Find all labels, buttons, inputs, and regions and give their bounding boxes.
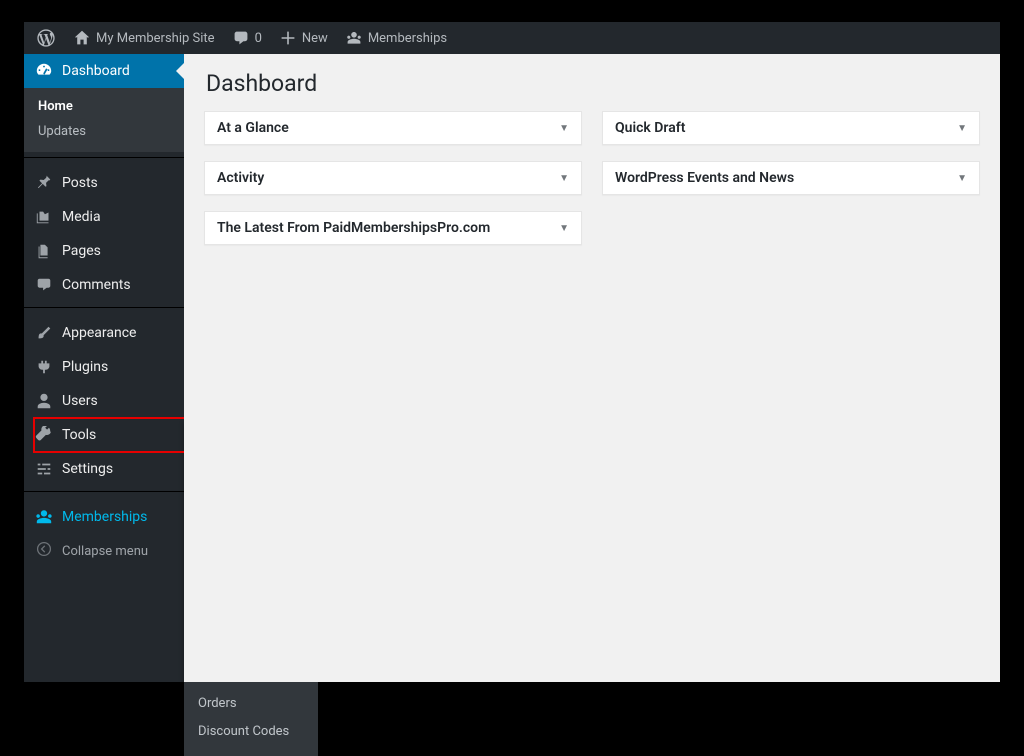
plus-icon: [278, 30, 298, 46]
sidebar-item-label: Dashboard: [54, 63, 130, 79]
sidebar-item-label: Plugins: [54, 359, 108, 375]
brush-icon: [34, 323, 54, 343]
sidebar-item-label: Tools: [54, 427, 96, 443]
sliders-icon: [34, 459, 54, 479]
postbox-toggle[interactable]: Activity ▼: [205, 162, 581, 194]
collapse-icon: [34, 541, 54, 561]
wp-logo[interactable]: [28, 22, 64, 54]
sidebar-item-settings[interactable]: Settings: [24, 452, 184, 486]
postbox-title: At a Glance: [217, 120, 289, 136]
site-link[interactable]: My Membership Site: [64, 22, 223, 54]
sidebar-separator: [24, 307, 184, 312]
wordpress-icon: [36, 29, 56, 47]
user-icon: [34, 391, 54, 411]
sidebar-item-comments[interactable]: Comments: [24, 268, 184, 302]
sidebar-item-label: Memberships: [54, 509, 147, 525]
new-content-link[interactable]: New: [270, 22, 336, 54]
sidebar-separator: [24, 157, 184, 162]
dashboard-col-right: Quick Draft ▼ WordPress Events and News …: [602, 111, 980, 245]
comments-count: 0: [251, 31, 262, 46]
postbox-title: Activity: [217, 170, 264, 186]
sidebar-item-media[interactable]: Media: [24, 200, 184, 234]
postbox-title: Quick Draft: [615, 120, 685, 136]
page-icon: [34, 241, 54, 261]
admin-sidebar: Dashboard Home Updates Posts Media Pages: [24, 54, 184, 682]
sidebar-item-label: Settings: [54, 461, 113, 477]
pin-icon: [34, 173, 54, 193]
chevron-down-icon: ▼: [957, 173, 967, 184]
flyout-item-discount-codes[interactable]: Discount Codes: [184, 718, 318, 746]
admin-bar: My Membership Site 0 New Memberships: [24, 22, 1000, 54]
postbox-pmp-news: The Latest From PaidMembershipsPro.com ▼: [204, 211, 582, 245]
postbox-toggle[interactable]: Quick Draft ▼: [603, 112, 979, 144]
postbox-toggle[interactable]: WordPress Events and News ▼: [603, 162, 979, 194]
dashboard-col-left: At a Glance ▼ Activity ▼ The Latest From…: [204, 111, 582, 245]
comment-icon: [231, 30, 251, 46]
chevron-down-icon: ▼: [559, 173, 569, 184]
sidebar-item-appearance[interactable]: Appearance: [24, 316, 184, 350]
sidebar-item-label: Comments: [54, 277, 131, 293]
sidebar-item-tools[interactable]: Tools: [24, 418, 184, 452]
groups-icon: [344, 30, 364, 46]
sidebar-item-label: Posts: [54, 175, 98, 191]
site-name: My Membership Site: [92, 31, 215, 46]
postbox-toggle[interactable]: The Latest From PaidMembershipsPro.com ▼: [205, 212, 581, 244]
postbox-toggle[interactable]: At a Glance ▼: [205, 112, 581, 144]
sidebar-item-pages[interactable]: Pages: [24, 234, 184, 268]
dashboard-icon: [34, 61, 54, 81]
memberships-link[interactable]: Memberships: [336, 22, 455, 54]
dashboard-columns: At a Glance ▼ Activity ▼ The Latest From…: [204, 111, 980, 245]
postbox-quick-draft: Quick Draft ▼: [602, 111, 980, 145]
collapse-menu[interactable]: Collapse menu: [24, 534, 184, 568]
home-icon: [72, 30, 92, 46]
sidebar-item-label: Media: [54, 209, 101, 225]
postbox-activity: Activity ▼: [204, 161, 582, 195]
sidebar-subitem-home[interactable]: Home: [24, 94, 184, 119]
wrench-icon: [34, 425, 54, 445]
sidebar-submenu-dashboard: Home Updates: [24, 88, 184, 152]
sidebar-item-label: Appearance: [54, 325, 136, 341]
sidebar-subitem-updates[interactable]: Updates: [24, 119, 184, 144]
chevron-down-icon: ▼: [559, 223, 569, 234]
sidebar-item-memberships[interactable]: Memberships: [24, 500, 184, 534]
postbox-title: WordPress Events and News: [615, 170, 794, 186]
collapse-label: Collapse menu: [54, 544, 148, 559]
postbox-wp-news: WordPress Events and News ▼: [602, 161, 980, 195]
postbox-title: The Latest From PaidMembershipsPro.com: [217, 220, 490, 236]
sidebar-item-label: Pages: [54, 243, 101, 259]
chevron-down-icon: ▼: [559, 123, 569, 134]
content-area: Dashboard At a Glance ▼ Activity ▼: [184, 54, 1000, 682]
media-icon: [34, 207, 54, 227]
groups-icon: [34, 507, 54, 527]
postbox-at-a-glance: At a Glance ▼: [204, 111, 582, 145]
comments-link[interactable]: 0: [223, 22, 270, 54]
memberships-label: Memberships: [364, 31, 447, 46]
comment-icon: [34, 275, 54, 295]
sidebar-separator: [24, 491, 184, 496]
sidebar-item-dashboard[interactable]: Dashboard: [24, 54, 184, 88]
wp-admin-window: My Membership Site 0 New Memberships: [24, 22, 1000, 682]
new-label: New: [298, 31, 328, 46]
sidebar-item-posts[interactable]: Posts: [24, 166, 184, 200]
sidebar-item-label: Users: [54, 393, 98, 409]
plug-icon: [34, 357, 54, 377]
chevron-down-icon: ▼: [957, 123, 967, 134]
sidebar-item-plugins[interactable]: Plugins: [24, 350, 184, 384]
flyout-item-orders[interactable]: Orders: [184, 690, 318, 718]
sidebar-item-users[interactable]: Users: [24, 384, 184, 418]
page-title: Dashboard: [204, 54, 980, 111]
